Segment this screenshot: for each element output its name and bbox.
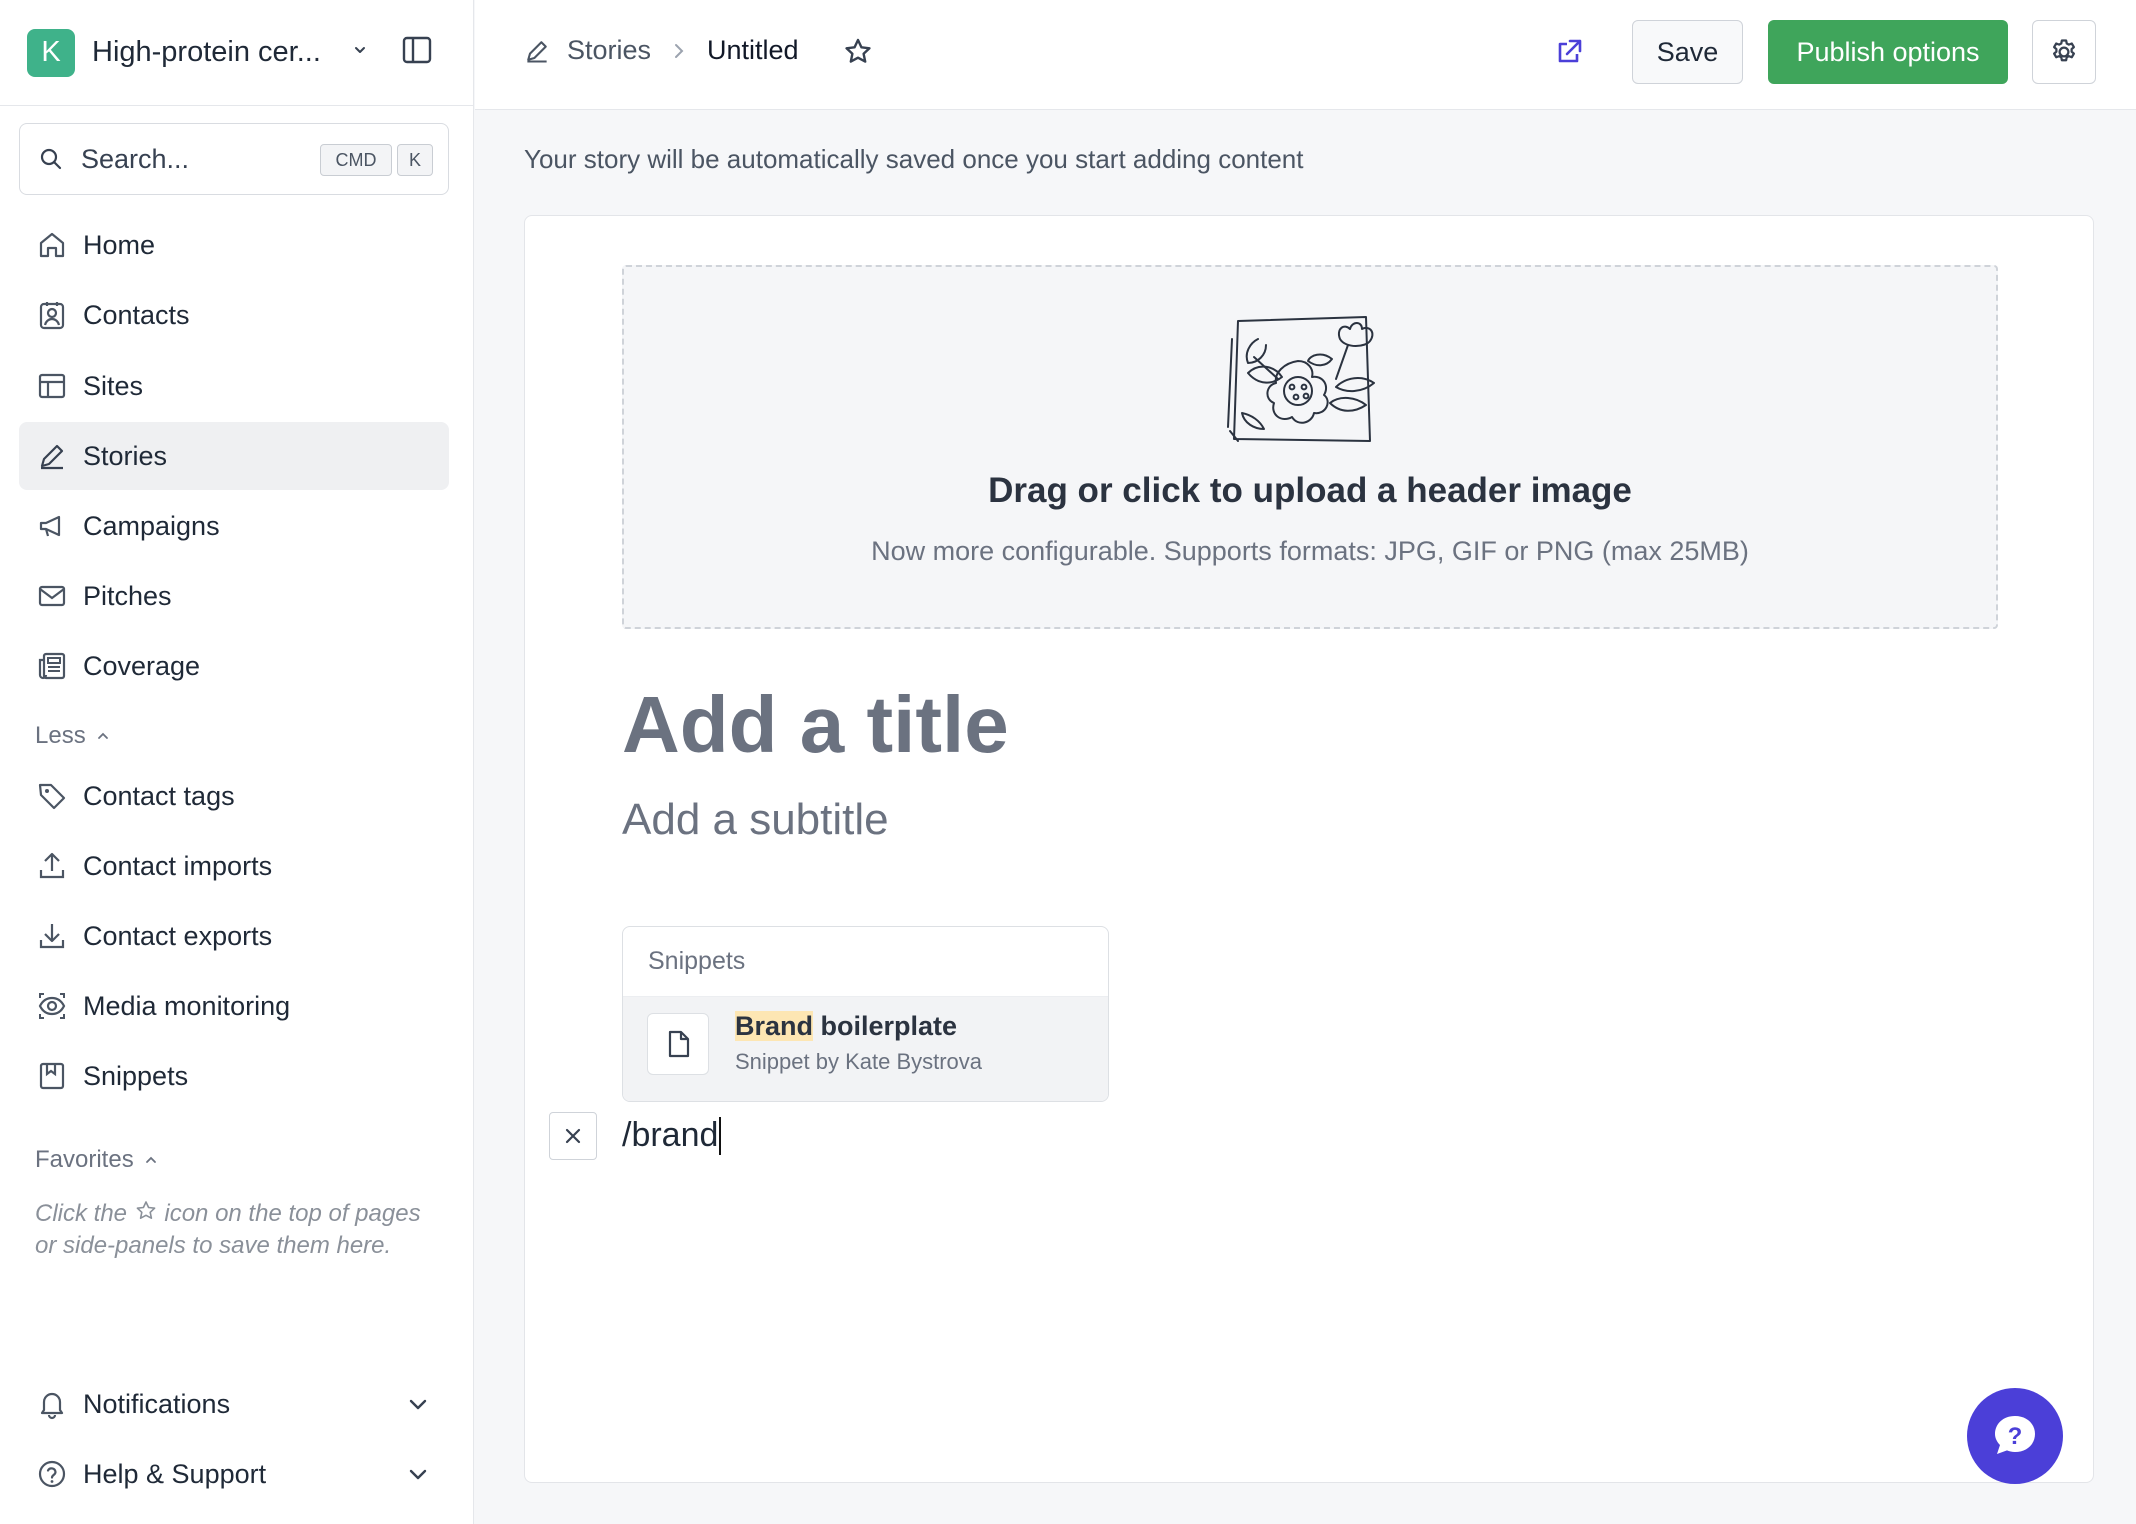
sidebar-toggle-icon[interactable] — [401, 34, 433, 66]
bell-icon — [36, 1388, 68, 1420]
save-button[interactable]: Save — [1632, 20, 1743, 84]
workspace-switcher[interactable]: K High-protein cer... — [0, 0, 474, 106]
upload-subtitle: Now more configurable. Supports formats:… — [871, 536, 1749, 566]
favorites-hint-before: Click the — [35, 1200, 128, 1227]
upload-icon — [36, 850, 68, 882]
sidebar-item-notifications[interactable]: Notifications — [19, 1370, 449, 1438]
shortcut-k-badge: K — [397, 144, 433, 176]
snippet-title-match: Brand — [735, 1011, 814, 1041]
less-toggle[interactable]: Less — [35, 722, 110, 750]
sidebar-item-contact-tags[interactable]: Contact tags — [19, 762, 449, 830]
sidebar-item-label: Stories — [83, 440, 168, 471]
gear-icon — [2049, 37, 2079, 67]
question-circle-icon — [36, 1458, 68, 1490]
sidebar-item-contact-imports[interactable]: Contact imports — [19, 832, 449, 900]
bookmark-icon — [36, 1060, 68, 1092]
help-bubble-icon: ? — [1989, 1410, 2041, 1462]
favorites-toggle[interactable]: Favorites — [35, 1146, 158, 1174]
upload-title: Drag or click to upload a header image — [988, 471, 1632, 510]
workspace-avatar: K — [27, 28, 75, 77]
favorites-label: Favorites — [35, 1146, 134, 1173]
svg-text:?: ? — [2008, 1423, 2023, 1450]
document-icon — [647, 1013, 709, 1075]
newspaper-icon — [36, 650, 68, 682]
settings-button[interactable] — [2032, 20, 2096, 84]
sidebar-item-campaigns[interactable]: Campaigns — [19, 492, 449, 560]
sites-icon — [36, 370, 68, 402]
snippets-popup-header: Snippets — [623, 927, 1108, 997]
slash-command-text: /brand — [622, 1116, 719, 1154]
star-icon — [134, 1199, 158, 1223]
publish-options-button[interactable]: Publish options — [1768, 20, 2008, 84]
search-placeholder: Search... — [81, 143, 190, 174]
sidebar-item-label: Home — [83, 229, 156, 260]
mail-icon — [36, 580, 68, 612]
snippet-byline: Snippet by Kate Bystrova — [735, 1049, 983, 1074]
sidebar-item-label: Notifications — [83, 1388, 231, 1419]
search-icon — [39, 147, 63, 171]
close-command-button[interactable] — [549, 1112, 597, 1160]
slash-command-input[interactable]: /brand — [622, 1116, 722, 1155]
autosave-note: Your story will be automatically saved o… — [524, 144, 1304, 174]
sidebar-item-label: Contact imports — [83, 850, 273, 881]
chevron-right-icon — [670, 42, 688, 60]
download-icon — [36, 920, 68, 952]
help-chat-button[interactable]: ? — [1967, 1388, 2063, 1484]
home-icon — [36, 229, 68, 261]
chevron-up-icon — [134, 1153, 158, 1167]
search-input[interactable]: Search... CMD K — [19, 123, 449, 195]
sidebar-item-media-monitoring[interactable]: Media monitoring — [19, 972, 449, 1040]
sidebar-item-sites[interactable]: Sites — [19, 352, 449, 420]
chevron-down-icon — [406, 1462, 430, 1486]
snippet-result-item[interactable]: Brand boilerplate Snippet by Kate Bystro… — [623, 997, 1108, 1101]
sidebar-item-label: Contacts — [83, 299, 190, 330]
text-caret — [719, 1116, 722, 1155]
sidebar-item-pitches[interactable]: Pitches — [19, 562, 449, 630]
sidebar-item-label: Snippets — [83, 1060, 189, 1091]
less-label: Less — [35, 722, 86, 749]
sidebar-item-coverage[interactable]: Coverage — [19, 632, 449, 700]
breadcrumb-current: Untitled — [707, 35, 799, 65]
story-subtitle-input[interactable]: Add a subtitle — [622, 795, 889, 845]
sidebar-item-label: Contact exports — [83, 920, 273, 951]
close-icon — [563, 1126, 583, 1146]
snippets-popup: Snippets Brand boilerplate Snippet by Ka… — [622, 926, 1109, 1102]
contacts-icon — [36, 299, 68, 331]
sidebar-item-label: Coverage — [83, 650, 201, 681]
sidebar-item-label: Help & Support — [83, 1458, 267, 1489]
tag-icon — [36, 780, 68, 812]
top-bar: Stories Untitled Save Publish options — [475, 0, 2136, 110]
story-editor: Drag or click to upload a header image N… — [524, 215, 2094, 1483]
sidebar-item-label: Sites — [83, 370, 144, 401]
story-title-input[interactable]: Add a title — [622, 679, 1009, 771]
megaphone-icon — [36, 510, 68, 542]
sidebar-item-home[interactable]: Home — [19, 211, 449, 279]
eye-icon — [36, 990, 68, 1022]
sidebar-item-contacts[interactable]: Contacts — [19, 281, 449, 349]
sidebar-item-contact-exports[interactable]: Contact exports — [19, 902, 449, 970]
sidebar-item-label: Contact tags — [83, 780, 235, 811]
chevron-up-icon — [86, 729, 110, 743]
sidebar-item-label: Campaigns — [83, 510, 220, 541]
sidebar-item-label: Pitches — [83, 580, 172, 611]
snippet-title: Brand boilerplate — [735, 1011, 957, 1042]
breadcrumb-parent[interactable]: Stories — [567, 35, 651, 66]
favorites-hint: Click the icon on the top of pages or si… — [35, 1198, 435, 1262]
sidebar-item-help-support[interactable]: Help & Support — [19, 1440, 449, 1508]
star-icon[interactable] — [842, 36, 874, 68]
workspace-name: High-protein cer... — [92, 36, 321, 68]
header-image-dropzone[interactable]: Drag or click to upload a header image N… — [622, 265, 1998, 629]
sidebar-item-stories[interactable]: Stories — [19, 422, 449, 490]
chevron-down-icon — [406, 1392, 430, 1416]
shortcut-cmd-badge: CMD — [320, 144, 392, 176]
external-link-icon[interactable] — [1553, 36, 1585, 68]
flower-illustration-icon — [1224, 295, 1400, 443]
pencil-icon — [523, 37, 551, 65]
sidebar: K High-protein cer... Search... CMD K Ho… — [0, 0, 474, 1524]
sidebar-item-label: Media monitoring — [83, 990, 291, 1021]
sidebar-item-snippets[interactable]: Snippets — [19, 1042, 449, 1110]
pencil-icon — [36, 440, 68, 472]
snippet-title-rest: boilerplate — [813, 1011, 958, 1041]
chevron-down-icon[interactable] — [352, 42, 368, 58]
